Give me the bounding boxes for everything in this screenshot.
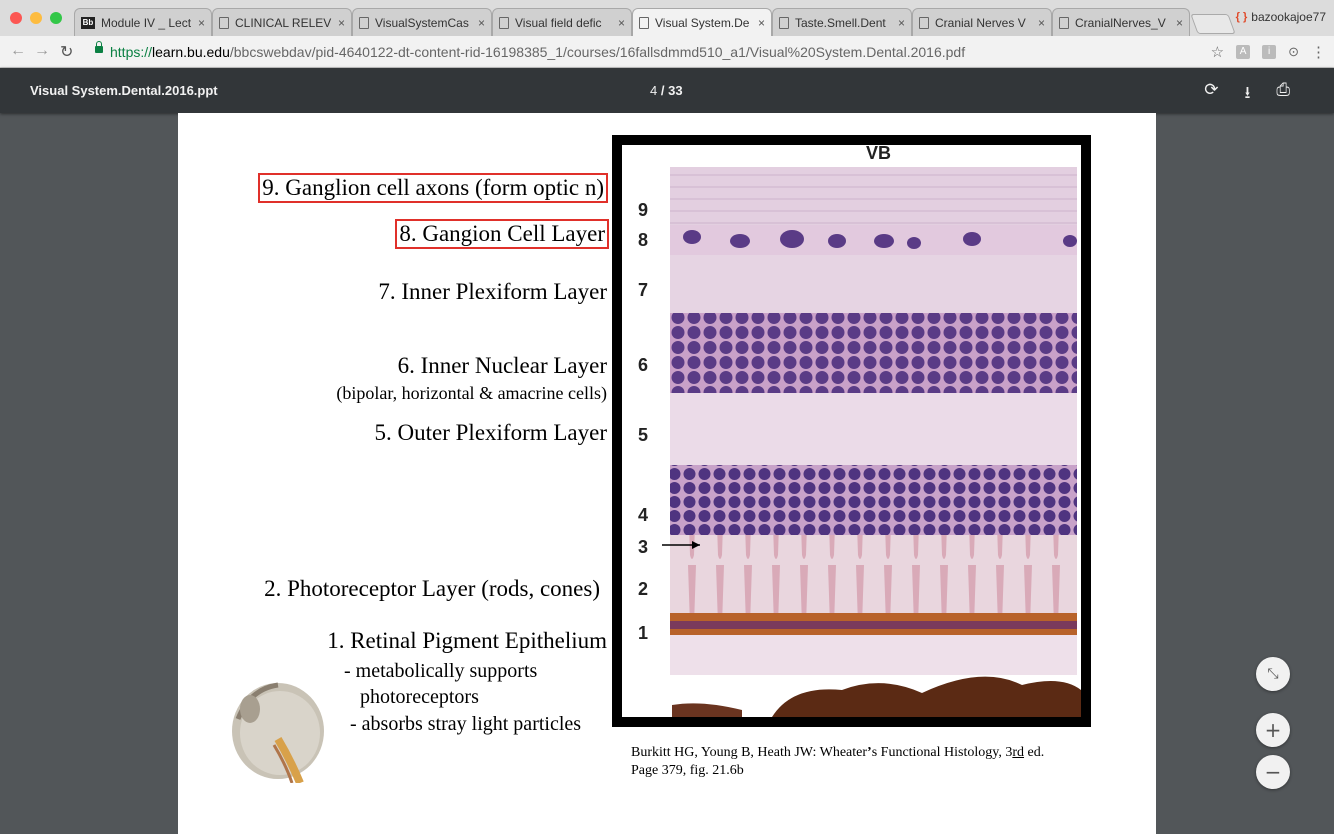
- tab-visual-system-dental[interactable]: Visual System.De ×: [632, 8, 772, 36]
- layer-number-6: 6: [638, 355, 649, 375]
- close-icon[interactable]: ×: [1176, 16, 1183, 30]
- lock-icon: [95, 41, 103, 53]
- zoom-in-button[interactable]: +: [1256, 713, 1290, 747]
- browser-toolbar: ← → ↻ https://learn.bu.edu/bbcswebdav/pi…: [0, 36, 1334, 68]
- close-icon[interactable]: ×: [478, 16, 485, 30]
- total-pages: 33: [668, 83, 683, 98]
- caption-line-1: Burkitt HG, Young B, Heath JW: Wheater’s…: [631, 744, 1044, 762]
- download-extension-icon[interactable]: ⊙: [1288, 44, 1299, 60]
- tab-label: Visual System.De: [655, 15, 750, 30]
- document-icon: [219, 16, 229, 29]
- layer-number-2: 2: [638, 579, 649, 599]
- close-window-button[interactable]: [10, 12, 22, 24]
- micrograph-tag: VB: [866, 145, 892, 163]
- document-icon: [499, 16, 509, 29]
- page-separator: /: [660, 83, 665, 98]
- layer-number-1: 1: [638, 623, 649, 643]
- layer-number-4: 4: [638, 505, 649, 525]
- profile-name: bazookajoe77: [1251, 10, 1326, 24]
- layer-number-3: 3: [638, 537, 649, 557]
- close-icon[interactable]: ×: [198, 16, 205, 30]
- blackboard-icon: Bb: [81, 16, 95, 29]
- url-protocol: https://: [110, 44, 153, 60]
- document-icon: [1059, 16, 1069, 29]
- close-icon[interactable]: ×: [1038, 16, 1045, 30]
- extension-info-icon[interactable]: i: [1262, 45, 1277, 59]
- new-tab-button[interactable]: [1190, 14, 1236, 34]
- tab-strip: Bb Module IV _ Lect × CLINICAL RELEV × V…: [0, 0, 1334, 36]
- back-arrow-icon[interactable]: ←: [10, 42, 26, 60]
- figure-caption: Burkitt HG, Young B, Heath JW: Wheater’s…: [631, 744, 1044, 780]
- tab-taste-smell-dental[interactable]: Taste.Smell.Dent ×: [772, 8, 912, 36]
- url-path: /bbcswebdav/pid-4640122-dt-content-rid-1…: [229, 44, 966, 60]
- url-host: learn.bu.edu: [152, 44, 230, 60]
- tab-label: Visual field defic: [515, 15, 602, 30]
- document-icon: [919, 16, 929, 29]
- label-rpe: 1. Retinal Pigment Epithelium: [327, 628, 607, 653]
- print-icon[interactable]: ⎙: [1276, 80, 1290, 109]
- caption-text: ed.: [1024, 745, 1045, 760]
- layer-number-8: 8: [638, 230, 649, 250]
- address-bar[interactable]: https://learn.bu.edu/bbcswebdav/pid-4640…: [110, 44, 965, 60]
- eyeball-illustration: [232, 682, 324, 783]
- forward-arrow-icon[interactable]: →: [34, 42, 50, 60]
- label-inner-plexiform: 7. Inner Plexiform Layer: [378, 279, 607, 304]
- tab-label: CLINICAL RELEV: [235, 15, 332, 30]
- tab-module-iv[interactable]: Bb Module IV _ Lect ×: [74, 8, 212, 36]
- label-inner-nuclear-sub: (bipolar, horizontal & amacrine cells): [336, 383, 607, 403]
- page-indicator: 4 / 33: [650, 83, 683, 98]
- layer-number-7: 7: [638, 280, 649, 300]
- retina-micrograph: VB 9 8 7 6 5 4 3 2 1: [612, 135, 1091, 727]
- label-rpe-bullet-2: - absorbs stray light particles: [350, 713, 582, 735]
- menu-kebab-icon[interactable]: ⋮: [1311, 43, 1326, 61]
- tab-label: Module IV _ Lect: [101, 15, 192, 30]
- profile-icon: { }: [1235, 11, 1248, 23]
- caption-text: s Functional Histology, 3: [871, 745, 1013, 760]
- current-page[interactable]: 4: [650, 83, 657, 98]
- histology-image: [622, 145, 1081, 717]
- document-icon: [359, 16, 369, 29]
- document-icon: [779, 16, 789, 29]
- rotate-icon[interactable]: ⟳: [1204, 80, 1218, 109]
- tab-cranial-nerves-v[interactable]: Cranial Nerves V ×: [912, 8, 1052, 36]
- layer-number-5: 5: [638, 425, 649, 445]
- fit-to-page-button[interactable]: ⤡: [1256, 657, 1290, 691]
- extension-a-icon[interactable]: A: [1236, 45, 1251, 59]
- profile-button[interactable]: { } bazookajoe77: [1236, 10, 1326, 24]
- tab-label: Taste.Smell.Dent: [795, 15, 886, 30]
- reload-icon[interactable]: ↻: [60, 42, 73, 62]
- close-icon[interactable]: ×: [898, 16, 905, 30]
- pdf-page: 9. Ganglion cell axons (form optic n) 8.…: [178, 113, 1156, 834]
- close-icon[interactable]: ×: [338, 16, 345, 30]
- maximize-window-button[interactable]: [50, 12, 62, 24]
- label-inner-nuclear: 6. Inner Nuclear Layer: [397, 353, 607, 378]
- document-title: Visual System.Dental.2016.ppt: [30, 83, 218, 98]
- tab-visual-field-defects[interactable]: Visual field defic ×: [492, 8, 632, 36]
- pdf-viewer-header: Visual System.Dental.2016.ppt 4 / 33 ⟳ ⭳…: [0, 68, 1334, 113]
- download-icon[interactable]: ⭳: [1244, 80, 1250, 109]
- tab-cranial-nerves-v2[interactable]: CranialNerves_V ×: [1052, 8, 1190, 36]
- zoom-out-button[interactable]: −: [1256, 755, 1290, 789]
- tab-clinical-relevance[interactable]: CLINICAL RELEV ×: [212, 8, 352, 36]
- close-icon[interactable]: ×: [618, 16, 625, 30]
- tab-label: VisualSystemCas: [375, 15, 469, 30]
- minimize-window-button[interactable]: [30, 12, 42, 24]
- label-ganglion-cell-layer: 8. Gangion Cell Layer: [395, 219, 609, 249]
- label-rpe-bullet-1b: photoreceptors: [360, 686, 479, 708]
- bookmark-star-icon[interactable]: ☆: [1211, 43, 1224, 61]
- label-outer-plexiform: 5. Outer Plexiform Layer: [374, 420, 607, 445]
- label-photoreceptor: 2. Photoreceptor Layer (rods, cones): [264, 576, 600, 601]
- label-rpe-bullet-1: - metabolically supports: [344, 660, 538, 682]
- layer-number-9: 9: [638, 200, 649, 220]
- close-icon[interactable]: ×: [758, 16, 765, 30]
- caption-text: Burkitt HG, Young B, Heath JW: Wheater: [631, 745, 868, 760]
- caption-line-2: Page 379, fig. 21.6b: [631, 763, 744, 778]
- document-icon: [639, 16, 649, 29]
- label-ganglion-axons: 9. Ganglion cell axons (form optic n): [258, 173, 608, 203]
- tab-label: CranialNerves_V: [1075, 15, 1166, 30]
- tab-label: Cranial Nerves V: [935, 15, 1026, 30]
- caption-ordinal: rd: [1012, 745, 1025, 760]
- tab-visual-system-case[interactable]: VisualSystemCas ×: [352, 8, 492, 36]
